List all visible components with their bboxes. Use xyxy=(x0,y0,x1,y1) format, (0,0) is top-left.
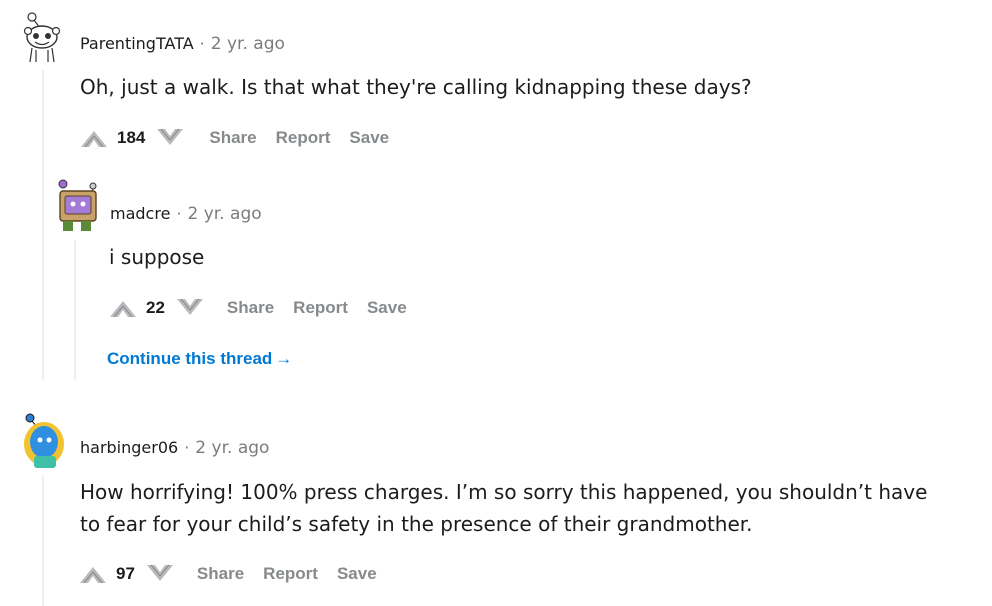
vote-score: 97 xyxy=(116,564,135,583)
comment-body: i suppose xyxy=(109,245,205,269)
share-button[interactable]: Share xyxy=(209,128,256,148)
save-button[interactable]: Save xyxy=(367,298,407,318)
comment-meta: madcre · 2 yr. ago xyxy=(110,204,262,224)
comment-body: How horrifying! 100% press charges. I’m … xyxy=(80,476,927,540)
thread-line-parent[interactable] xyxy=(42,70,44,380)
comment-body-line: to fear for your child’s safety in the p… xyxy=(80,512,753,536)
report-button[interactable]: Report xyxy=(263,564,318,584)
vote-score: 184 xyxy=(117,128,146,147)
username-link[interactable]: madcre xyxy=(110,204,170,223)
save-button[interactable]: Save xyxy=(349,128,389,148)
meta-separator: · xyxy=(199,34,205,53)
downvote-icon[interactable] xyxy=(155,127,185,149)
comment-meta: ParentingTATA · 2 yr. ago xyxy=(80,34,285,54)
avatar-parentingtata[interactable] xyxy=(20,10,64,64)
comment-actions: 184 Share Report Save xyxy=(79,124,408,152)
share-button[interactable]: Share xyxy=(197,564,244,584)
upvote-icon[interactable] xyxy=(79,127,109,149)
timestamp[interactable]: 2 yr. ago xyxy=(211,34,285,54)
share-button[interactable]: Share xyxy=(227,298,274,318)
continue-thread-link[interactable]: Continue this thread → xyxy=(107,349,292,369)
meta-separator: · xyxy=(176,204,182,223)
vote-score: 22 xyxy=(146,298,165,317)
arrow-right-icon: → xyxy=(275,349,293,368)
username-link[interactable]: ParentingTATA xyxy=(80,34,194,53)
avatar-harbinger06[interactable] xyxy=(20,412,68,470)
downvote-icon[interactable] xyxy=(175,297,205,319)
comment-meta: harbinger06 · 2 yr. ago xyxy=(80,438,269,458)
thread-line-harbinger[interactable] xyxy=(42,475,44,606)
timestamp[interactable]: 2 yr. ago xyxy=(195,438,269,458)
thread-line-child[interactable] xyxy=(74,240,76,380)
username-link[interactable]: harbinger06 xyxy=(80,438,178,457)
snoo-blue-icon xyxy=(24,413,64,468)
downvote-icon[interactable] xyxy=(145,563,175,585)
comment-body-line: How horrifying! 100% press charges. I’m … xyxy=(80,480,928,504)
timestamp[interactable]: 2 yr. ago xyxy=(188,204,262,224)
avatar-madcre[interactable] xyxy=(55,178,101,234)
comment-actions: 97 Share Report Save xyxy=(78,560,396,588)
upvote-icon[interactable] xyxy=(78,563,108,585)
comment-actions: 22 Share Report Save xyxy=(108,294,426,322)
continue-thread-label: Continue this thread xyxy=(107,349,273,368)
upvote-icon[interactable] xyxy=(108,297,138,319)
meta-separator: · xyxy=(184,438,190,457)
save-button[interactable]: Save xyxy=(337,564,377,584)
report-button[interactable]: Report xyxy=(276,128,331,148)
snoo-default-icon xyxy=(23,12,61,63)
report-button[interactable]: Report xyxy=(293,298,348,318)
snoo-box-costume-icon xyxy=(58,179,97,231)
comment-body: Oh, just a walk. Is that what they're ca… xyxy=(80,75,752,99)
